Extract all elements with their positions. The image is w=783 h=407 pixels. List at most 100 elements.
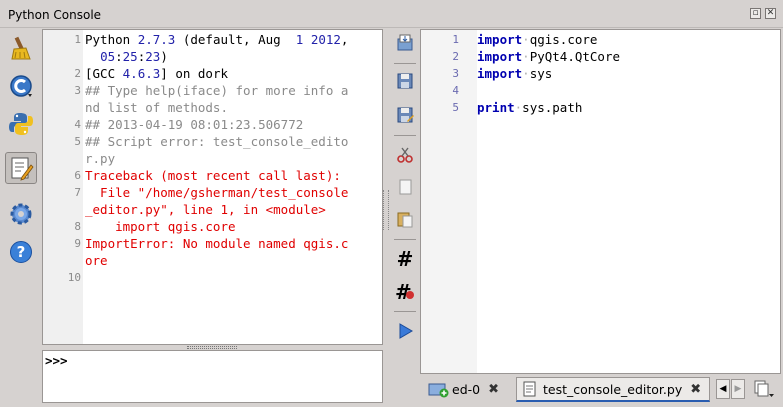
- editor-tab-bar: ed-0 ✖ test_console_editor.py ✖ ◀ ▶: [420, 375, 783, 405]
- run-script-icon: [399, 323, 413, 339]
- hash-remove-icon: #: [395, 280, 415, 304]
- run-command-button[interactable]: [5, 108, 37, 140]
- line-number: 3: [74, 84, 81, 97]
- code-token: ImportError: No module named qgis.c: [85, 236, 349, 251]
- code-token: nd list of methods.: [85, 100, 228, 115]
- close-button[interactable]: ✕: [765, 8, 776, 19]
- code-token: import: [477, 49, 523, 64]
- code-token: ## Type help(iface) for more info a: [85, 83, 349, 98]
- cut-button[interactable]: [393, 143, 417, 167]
- code-token: sys.path: [522, 100, 583, 115]
- console-toolbar: ?: [0, 28, 42, 407]
- tab-test-console-editor[interactable]: test_console_editor.py ✖: [516, 377, 710, 402]
- clear-console-button[interactable]: [5, 32, 37, 64]
- line-number: 10: [67, 271, 81, 284]
- line-number: 2: [452, 50, 459, 63]
- tab-untitled[interactable]: ed-0 ✖: [422, 377, 514, 402]
- code-token: import qgis.core: [85, 219, 236, 234]
- close-tab-icon[interactable]: ✖: [690, 382, 701, 397]
- code-token: (default, Aug: [175, 32, 296, 47]
- open-file-button[interactable]: [393, 31, 417, 55]
- line-number: 4: [452, 84, 459, 97]
- save-file-button[interactable]: [393, 69, 417, 93]
- line-number: 1: [452, 33, 459, 46]
- title-bar: Python Console ▫ ✕: [0, 0, 783, 28]
- paste-button[interactable]: [393, 207, 417, 231]
- code-token: sys: [529, 66, 553, 81]
- code-token: ore: [85, 253, 108, 268]
- tab-list-button[interactable]: [751, 378, 777, 400]
- save-as-icon: [397, 107, 414, 123]
- line-text: [GCC 4.6.3] on dork: [85, 65, 228, 82]
- broom-icon: [11, 36, 31, 60]
- line-text: ## Script error: test_console_edito: [85, 133, 348, 150]
- editor-toolbar: # #: [389, 29, 419, 407]
- save-as-button[interactable]: [393, 103, 417, 127]
- paste-icon: [397, 212, 413, 228]
- run-script-button[interactable]: [393, 319, 417, 343]
- window-title: Python Console: [8, 8, 102, 22]
- help-icon: ?: [10, 241, 32, 263]
- console-input[interactable]: >>>: [42, 350, 383, 403]
- copy-button[interactable]: [393, 175, 417, 199]
- code-token: qgis.core: [529, 32, 598, 47]
- line-text: import·PyQt4.QtCore: [477, 48, 620, 65]
- svg-text:?: ?: [17, 243, 26, 261]
- python-icon: [9, 113, 33, 135]
- code-token: ## Script error: test_console_edito: [85, 134, 349, 149]
- show-editor-button[interactable]: [5, 152, 37, 184]
- settings-button[interactable]: [5, 198, 37, 230]
- line-number: 7: [74, 186, 81, 199]
- line-text: import qgis.core: [85, 218, 236, 235]
- line-number: 8: [74, 220, 81, 233]
- code-token: 2.7.3: [137, 32, 176, 47]
- line-text: import·qgis.core: [477, 31, 597, 48]
- line-text: 05:25:23): [85, 48, 168, 65]
- line-text: Traceback (most recent call last):: [85, 167, 341, 184]
- line-number: 3: [452, 67, 459, 80]
- new-tab-icon: [428, 383, 449, 397]
- line-number: 6: [74, 169, 81, 182]
- console-output[interactable]: 1 Python 2.7.3 (default, Aug 1 2012, 05:2…: [42, 29, 383, 345]
- open-file-icon: [397, 34, 413, 51]
- line-text: Python 2.7.3 (default, Aug 1 2012,: [85, 31, 348, 48]
- uncomment-button[interactable]: #: [393, 279, 417, 304]
- float-button[interactable]: ▫: [750, 8, 761, 19]
- code-token: ·: [522, 32, 530, 47]
- line-text: import·sys: [477, 65, 552, 82]
- line-text: ore: [85, 252, 108, 269]
- line-text: r.py: [85, 150, 115, 167]
- help-button[interactable]: ?: [5, 236, 37, 268]
- tab-scroll-left[interactable]: ◀: [716, 379, 730, 399]
- tab-scroll-right[interactable]: ▶: [731, 379, 745, 399]
- code-token: ·: [522, 66, 530, 81]
- code-token: _editor.py", line 1, in <module>: [85, 202, 326, 217]
- code-token: import: [477, 32, 523, 47]
- line-number: 5: [452, 101, 459, 114]
- scissors-icon: [397, 147, 413, 163]
- import-class-button[interactable]: [5, 70, 37, 102]
- code-token: ): [160, 49, 168, 64]
- line-number: 1: [74, 33, 81, 46]
- edit-document-icon: [11, 157, 34, 181]
- line-text: _editor.py", line 1, in <module>: [85, 201, 326, 218]
- code-editor[interactable]: 1 import·qgis.core 2 import·PyQt4.QtCore 3 im…: [420, 29, 781, 374]
- code-token: import: [477, 66, 523, 81]
- code-token: Traceback (most recent call last):: [85, 168, 341, 183]
- line-text: ## Type help(iface) for more info a: [85, 82, 348, 99]
- comment-button[interactable]: #: [393, 247, 417, 271]
- code-token: ,: [340, 32, 349, 47]
- code-token: 23: [145, 49, 161, 64]
- hash-icon: #: [396, 247, 414, 271]
- code-token: PyQt4.QtCore: [529, 49, 620, 64]
- line-text: print·sys.path: [477, 99, 582, 116]
- code-token: 05: [100, 49, 116, 64]
- console-prompt: >>>: [45, 353, 68, 368]
- line-number: 5: [74, 135, 81, 148]
- line-number: 9: [74, 237, 81, 250]
- code-token: :: [115, 49, 123, 64]
- copy-icon: [399, 179, 412, 195]
- close-tab-icon[interactable]: ✖: [488, 382, 499, 397]
